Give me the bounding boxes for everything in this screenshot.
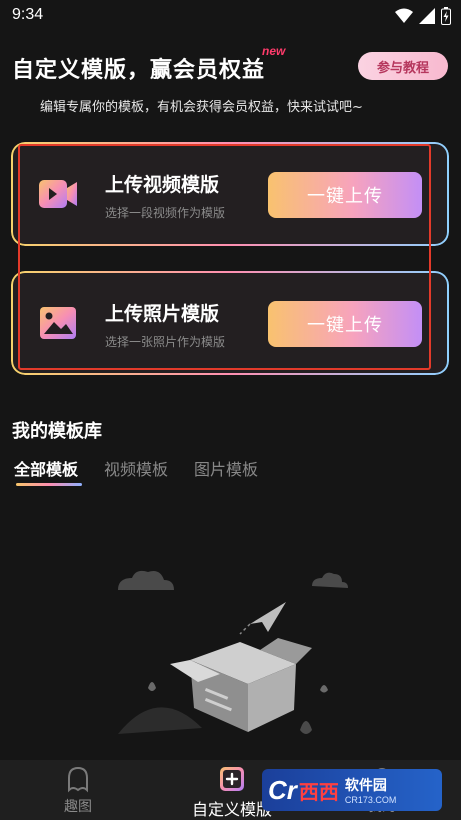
tab-all-templates[interactable]: 全部模板 bbox=[14, 456, 82, 486]
tab-label: 视频模板 bbox=[104, 460, 169, 479]
tab-active-indicator bbox=[16, 483, 82, 486]
plus-square-icon bbox=[220, 767, 244, 791]
battery-icon bbox=[441, 7, 451, 25]
tab-image-templates[interactable]: 图片模板 bbox=[194, 456, 258, 480]
watermark-text: 软件园 CR173.COM bbox=[345, 775, 397, 805]
watermark-name: 软件园 bbox=[344, 778, 387, 794]
watermark-domain: CR173.COM bbox=[344, 795, 397, 805]
nav-label-custom-template: 自定义模版 bbox=[191, 800, 272, 819]
library-tabs: 全部模板 视频模板 图片模板 bbox=[14, 456, 258, 486]
watermark-logo-red: 西西 bbox=[298, 779, 339, 804]
nav-label-fun: 趣图 bbox=[64, 799, 92, 815]
library-title: 我的模板库 bbox=[12, 421, 102, 442]
signal-icon bbox=[419, 8, 435, 24]
new-badge: new bbox=[262, 44, 286, 58]
status-bar: 9:34 bbox=[0, 0, 461, 32]
status-time: 9:34 bbox=[12, 6, 44, 23]
watermark-logo: Cr 西西 软件园 CR173.COM bbox=[262, 769, 442, 811]
wifi-icon bbox=[395, 8, 413, 23]
page-headline: 自定义模版，赢会员权益 bbox=[12, 58, 266, 83]
tab-label: 图片模板 bbox=[194, 460, 259, 479]
tab-video-templates[interactable]: 视频模板 bbox=[104, 456, 168, 480]
status-icons bbox=[395, 7, 451, 25]
watermark-logo-letters: Cr bbox=[268, 774, 297, 805]
tutorial-button[interactable]: 参与教程 bbox=[358, 52, 448, 80]
empty-box-illustration bbox=[118, 570, 348, 734]
ghost-icon bbox=[68, 766, 88, 793]
nav-item-fun[interactable]: 趣图 bbox=[52, 760, 104, 820]
page-subline: 编辑专属你的模板，有机会获得会员权益，快来试试吧~ bbox=[40, 100, 363, 115]
highlight-frame bbox=[18, 144, 431, 370]
tab-label: 全部模板 bbox=[14, 460, 79, 479]
